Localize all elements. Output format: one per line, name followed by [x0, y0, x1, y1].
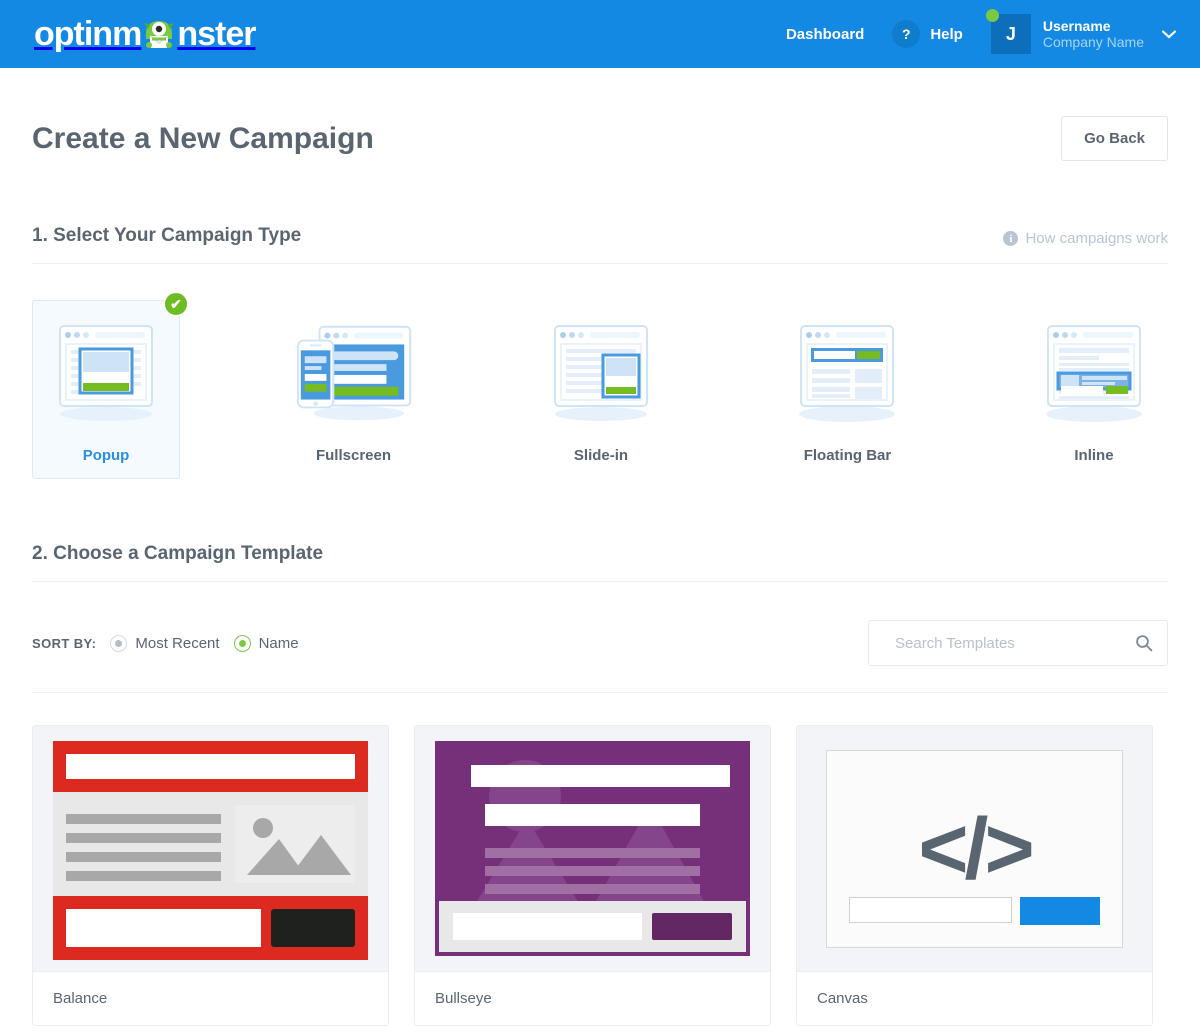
preview-text-line	[66, 814, 221, 824]
sort-and-search-row: SORT BY: Most Recent Name	[32, 620, 1168, 693]
help-label: Help	[930, 25, 963, 43]
template-card-bullseye[interactable]: Bullseye	[414, 725, 771, 1026]
search-templates-box[interactable]	[868, 620, 1168, 666]
preview-text-line	[485, 866, 700, 876]
campaign-type-label: Fullscreen	[315, 447, 392, 464]
campaign-type-fullscreen[interactable]: Fullscreen	[279, 300, 429, 479]
image-placeholder-icon	[235, 805, 355, 883]
campaign-type-label: Floating Bar	[803, 447, 892, 464]
campaign-type-label: Inline	[1074, 447, 1114, 464]
preview-text-line	[66, 852, 221, 862]
sort-controls: SORT BY: Most Recent Name	[32, 634, 299, 652]
search-input[interactable]	[893, 633, 1135, 653]
preview-footer-bar	[439, 901, 746, 952]
sort-option-most-recent[interactable]: Most Recent	[110, 634, 220, 652]
popup-type-icon	[43, 313, 169, 431]
dashboard-link[interactable]: Dashboard	[786, 26, 864, 43]
monster-mascot-icon	[142, 17, 176, 51]
preview-email-field	[453, 913, 642, 940]
fullscreen-type-icon	[290, 313, 418, 431]
page-header: Create a New Campaign Go Back	[32, 68, 1168, 161]
sort-option-label: Name	[258, 634, 299, 652]
preview-headline-field	[471, 765, 730, 787]
step-2-title: 2. Choose a Campaign Template	[32, 543, 324, 564]
logo-text-after: nster	[177, 15, 256, 53]
preview-subheadline-field	[485, 804, 700, 826]
template-name: Balance	[33, 971, 388, 1025]
campaign-type-popup[interactable]: ✔ Popup	[32, 291, 190, 479]
template-name: Bullseye	[415, 971, 770, 1025]
avatar: J	[985, 9, 1031, 54]
template-thumbnail	[33, 726, 388, 971]
logo-text-before: optinm	[34, 15, 142, 53]
preview-text-line	[485, 848, 700, 858]
step-2-header: 2. Choose a Campaign Template	[32, 543, 1168, 582]
preview-submit-button	[271, 909, 355, 947]
preview-footer-bar	[53, 896, 368, 960]
template-card-canvas[interactable]: </> Canvas	[796, 725, 1153, 1026]
template-name: Canvas	[797, 971, 1152, 1025]
search-icon[interactable]	[1135, 634, 1153, 652]
step-1-title: 1. Select Your Campaign Type	[32, 225, 302, 246]
balance-preview	[53, 741, 368, 960]
page-title: Create a New Campaign	[32, 121, 374, 155]
sort-by-label: SORT BY:	[32, 635, 97, 651]
selected-check-icon: ✔	[163, 291, 190, 317]
slidein-type-icon	[538, 313, 664, 431]
go-back-button[interactable]: Go Back	[1061, 116, 1168, 161]
inline-type-icon	[1031, 313, 1157, 431]
campaign-type-floating-bar[interactable]: Floating Bar	[773, 300, 921, 479]
preview-text-line	[66, 871, 221, 881]
chevron-down-icon[interactable]	[1161, 26, 1177, 42]
how-campaigns-work-link[interactable]: i How campaigns work	[1003, 230, 1168, 247]
template-thumbnail: </>	[797, 726, 1152, 971]
help-button[interactable]: ? Help	[892, 20, 963, 48]
bullseye-preview	[435, 741, 750, 956]
floatingbar-type-icon	[784, 313, 910, 431]
preview-email-field	[66, 909, 261, 947]
preview-text-line	[485, 884, 700, 894]
company-name: Company Name	[1042, 34, 1144, 50]
preview-header-bar	[53, 741, 368, 792]
template-thumbnail	[415, 726, 770, 971]
code-glyph-icon: </>	[918, 800, 1034, 897]
user-name: Username	[1042, 17, 1111, 34]
online-status-dot	[985, 9, 999, 22]
radio-button-most-recent[interactable]	[110, 634, 128, 652]
how-campaigns-work-label: How campaigns work	[1025, 230, 1168, 247]
preview-submit-button	[1020, 896, 1100, 925]
preview-footer-bar	[849, 896, 1100, 925]
template-list: Balance Bullseye </> Canvas	[32, 725, 1168, 1026]
canvas-preview: </>	[826, 749, 1123, 948]
user-menu[interactable]: J Username Company Name	[985, 9, 1177, 54]
preview-submit-button	[652, 913, 732, 940]
preview-text-lines	[66, 805, 221, 883]
preview-email-field	[849, 896, 1012, 923]
user-meta: Username Company Name	[1043, 18, 1144, 50]
campaign-type-label: Slide-in	[573, 447, 629, 464]
info-icon: i	[1003, 231, 1019, 246]
page-content: Create a New Campaign Go Back 1. Select …	[0, 68, 1200, 1026]
preview-body	[53, 792, 368, 896]
optinmonster-logo[interactable]: optinm nster	[34, 14, 256, 54]
campaign-type-label: Popup	[82, 447, 130, 464]
campaign-type-slidein[interactable]: Slide-in	[527, 300, 675, 479]
sort-option-label: Most Recent	[135, 634, 220, 652]
sort-option-name[interactable]: Name	[233, 634, 299, 652]
header-right-group: Dashboard ? Help J Username Company Name	[786, 9, 1177, 54]
question-mark-icon: ?	[892, 20, 921, 48]
preview-content	[435, 741, 750, 894]
campaign-type-inline[interactable]: Inline	[1020, 300, 1168, 479]
preview-text-line	[66, 833, 221, 843]
top-navigation-bar: optinm nster Dashboard ? Help J Username…	[0, 0, 1200, 68]
radio-button-name[interactable]	[233, 634, 251, 652]
template-card-balance[interactable]: Balance	[32, 725, 389, 1026]
campaign-type-list: ✔ Popup Fullscreen Slide-in Floating Bar…	[32, 291, 1168, 479]
step-1-header: 1. Select Your Campaign Type i How campa…	[32, 225, 1168, 264]
preview-headline-field	[66, 754, 355, 779]
